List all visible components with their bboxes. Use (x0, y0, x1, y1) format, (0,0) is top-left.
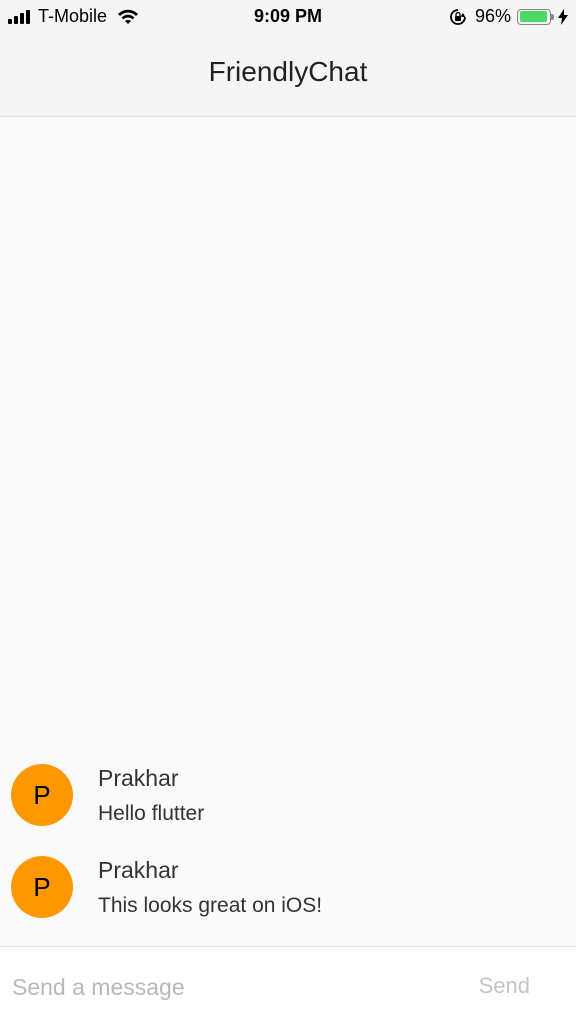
sender-name: Prakhar (98, 765, 179, 791)
message-composer: Send (0, 946, 576, 1024)
message-text: This looks great on iOS! (98, 894, 323, 917)
message-input[interactable] (12, 967, 432, 1007)
sender-name: Prakhar (98, 857, 179, 883)
avatar-letter: P (33, 779, 51, 810)
message-text: Hello flutter (98, 802, 205, 825)
battery-icon (517, 8, 551, 25)
rotation-lock-icon (450, 8, 466, 25)
avatar: P (11, 856, 73, 918)
message-list[interactable]: P Prakhar Hello flutter P Prakhar This l… (0, 117, 576, 946)
battery-cap (551, 13, 554, 20)
status-right: 96% (449, 6, 568, 27)
app-bar: FriendlyChat (0, 32, 576, 117)
charging-icon (558, 8, 568, 25)
page-title: FriendlyChat (208, 56, 368, 87)
avatar-letter: P (33, 871, 51, 902)
list-item: P Prakhar Hello flutter (0, 764, 576, 844)
battery-percent: 96% (474, 6, 511, 26)
list-item: P Prakhar This looks great on iOS! (0, 856, 576, 936)
status-bar: T-Mobile 9:09 PM 96% (0, 0, 576, 32)
send-button[interactable]: Send (479, 973, 530, 999)
battery-fill (519, 11, 548, 22)
avatar: P (11, 764, 73, 826)
